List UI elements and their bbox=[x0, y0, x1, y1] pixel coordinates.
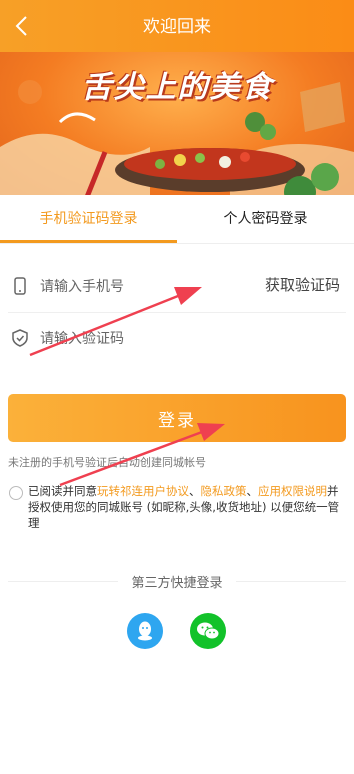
code-input[interactable] bbox=[38, 320, 252, 358]
page-title: 欢迎回来 bbox=[143, 17, 211, 37]
tab-password-login[interactable]: 个人密码登录 bbox=[177, 197, 354, 241]
shield-check-icon bbox=[12, 329, 28, 347]
auto-register-hint: 未注册的手机号验证后自动创建同城帐号 bbox=[8, 456, 206, 469]
user-agreement-link[interactable]: 玩转祁连用户协议 bbox=[97, 484, 189, 498]
permission-notice-link[interactable]: 应用权限说明 bbox=[258, 484, 327, 498]
privacy-policy-link[interactable]: 隐私政策 bbox=[201, 484, 247, 498]
phone-row: 获取验证码 bbox=[8, 260, 346, 313]
login-tabs: 手机验证码登录 个人密码登录 bbox=[0, 197, 354, 244]
agreement-text: 已阅读并同意玩转祁连用户协议、隐私政策、应用权限说明并授权使用您的同城账号 (如… bbox=[28, 483, 344, 531]
banner-title: 舌尖上的美食 bbox=[81, 70, 274, 105]
wechat-login-button[interactable] bbox=[190, 613, 226, 649]
tab-sms-login[interactable]: 手机验证码登录 bbox=[0, 197, 177, 241]
phone-input[interactable] bbox=[38, 268, 252, 306]
wechat-icon bbox=[197, 622, 220, 640]
agreement-checkbox[interactable] bbox=[9, 486, 23, 500]
phone-icon bbox=[14, 277, 26, 295]
third-party-divider: 第三方快捷登录 bbox=[8, 572, 346, 591]
divider-line bbox=[236, 581, 346, 582]
promo-banner: 舌尖上的美食 bbox=[0, 52, 354, 195]
app-header: 欢迎回来 bbox=[0, 0, 354, 52]
active-tab-indicator bbox=[0, 240, 177, 243]
agreement-separator: 、 bbox=[246, 484, 259, 498]
login-button[interactable]: 登录 bbox=[8, 394, 346, 442]
get-code-button[interactable]: 获取验证码 bbox=[265, 274, 340, 295]
qq-login-button[interactable] bbox=[127, 613, 163, 649]
code-row bbox=[8, 312, 346, 364]
agreement-separator: 、 bbox=[189, 484, 201, 498]
agreement-prefix: 已阅读并同意 bbox=[28, 484, 97, 498]
qq-icon bbox=[138, 621, 152, 641]
